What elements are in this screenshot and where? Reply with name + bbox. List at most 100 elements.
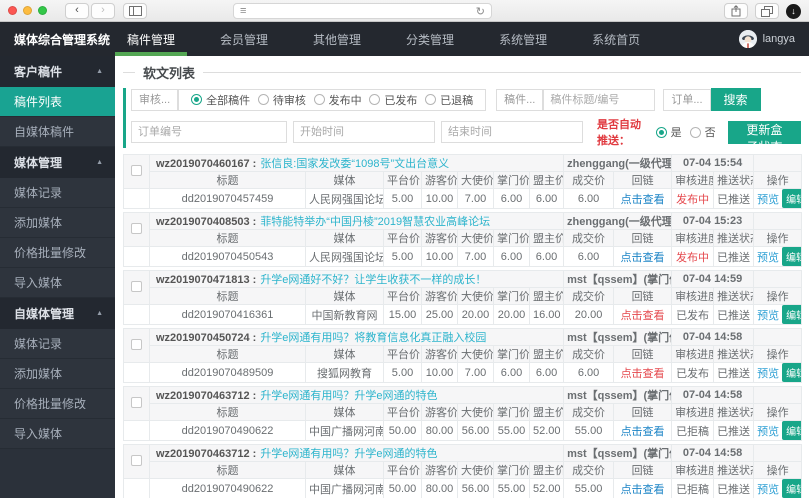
edit-button[interactable]: 编辑 (782, 363, 801, 382)
radio-all-manuscripts[interactable]: 全部稿件 (191, 92, 250, 108)
callback-link[interactable]: 点击查看 (621, 194, 665, 206)
agent-name: mst【qssem】(掌门价格) (563, 328, 673, 346)
preview-link[interactable]: 预览 (757, 194, 779, 206)
preview-link[interactable]: 预览 (757, 368, 779, 380)
edit-button[interactable]: 编辑 (782, 305, 801, 324)
media-name: 中国新教育网 (305, 304, 384, 325)
radio-published[interactable]: 已发布 (369, 92, 417, 108)
article-title-link[interactable]: 张信良:国家发改委“1098号”文出台意义 (260, 158, 449, 170)
col-audit-progress: 审核进度 (671, 403, 715, 421)
audit-filter-label: 审核... (131, 88, 179, 111)
share-icon (731, 5, 741, 17)
col-media: 媒体 (305, 461, 384, 479)
row-checkbox[interactable] (131, 454, 142, 466)
edit-button[interactable]: 编辑 (782, 189, 801, 208)
col-leader-price: 盟主价 (528, 287, 565, 305)
tabs-overview-button[interactable] (755, 3, 779, 19)
radio-auto-push-yes[interactable]: 是 (655, 124, 682, 140)
article-title-link[interactable]: 菲特能特举办“中国丹棱”2019智慧农业高峰论坛 (260, 216, 490, 228)
article-title-link[interactable]: 升学e网通有用吗？升学e网通的特色 (260, 390, 437, 402)
sidebar-item-selfmedia-records[interactable]: 媒体记录 (0, 329, 115, 359)
sidebar-item-selfmedia-bulk-price[interactable]: 价格批量修改 (0, 389, 115, 419)
radio-icon (425, 94, 437, 105)
sidebar-item-selfmedia-import[interactable]: 导入媒体 (0, 419, 115, 449)
col-platform-price: 平台价 (383, 229, 422, 247)
row-checkbox[interactable] (131, 396, 142, 408)
preview-link[interactable]: 预览 (757, 310, 779, 322)
radio-pending-review[interactable]: 待审核 (257, 92, 306, 108)
minimize-window-button[interactable] (23, 6, 32, 15)
downloads-button[interactable]: ↓ (786, 3, 801, 19)
sidebar-item-media-records[interactable]: 媒体记录 (0, 178, 115, 208)
sidebar-section-media-management[interactable]: 媒体管理 ▲ (0, 147, 115, 178)
sidebar-item-selfmedia-add[interactable]: 添加媒体 (0, 359, 115, 389)
start-time-input[interactable] (293, 121, 435, 143)
deal-price: 55.00 (563, 478, 615, 498)
edit-button[interactable]: 编辑 (782, 479, 801, 498)
ambassador-price: 56.00 (457, 420, 494, 441)
radio-auto-push-no[interactable]: 否 (689, 124, 716, 140)
preview-link[interactable]: 预览 (757, 426, 779, 438)
media-name: 人民网强国论坛 (305, 188, 384, 209)
radio-publishing[interactable]: 发布中 (313, 92, 362, 108)
edit-button[interactable]: 编辑 (782, 247, 801, 266)
col-audit-progress: 审核进度 (671, 345, 715, 363)
callback-link[interactable]: 点击查看 (621, 310, 665, 322)
sidebar-section-selfmedia-management[interactable]: 自媒体管理 ▲ (0, 298, 115, 329)
sidebar-section-client-manuscripts[interactable]: 客户稿件 ▲ (0, 56, 115, 87)
update-box-status-button[interactable]: 更新盒子状态 (727, 120, 801, 154)
audit-status: 已拒稿 (676, 483, 710, 496)
share-button[interactable] (724, 3, 748, 19)
edit-button[interactable]: 编辑 (782, 421, 801, 440)
forward-button[interactable]: › (91, 2, 115, 19)
search-button[interactable]: 搜索 (710, 88, 761, 111)
back-button[interactable]: ‹ (65, 2, 89, 19)
sidebar-item-bulk-price-edit[interactable]: 价格批量修改 (0, 238, 115, 268)
callback-link[interactable]: 点击查看 (621, 426, 665, 438)
submit-time: 07-04 14:58 (671, 444, 755, 462)
leader-price: 6.00 (528, 362, 565, 383)
preview-link[interactable]: 预览 (757, 484, 779, 496)
leader-price: 52.00 (528, 420, 565, 441)
fullscreen-window-button[interactable] (38, 6, 47, 15)
manuscript-title-input[interactable] (543, 88, 656, 111)
menu-item-members[interactable]: 会员管理 (208, 22, 280, 56)
article-group: wz2019070471813 : 升学e网通好不好？让学生收获不一样的成长！ m… (123, 270, 803, 325)
callback-link[interactable]: 点击查看 (621, 368, 665, 380)
user-menu[interactable]: langya (738, 22, 809, 56)
callback-link[interactable]: 点击查看 (621, 252, 665, 264)
close-window-button[interactable] (8, 6, 17, 15)
callback-link[interactable]: 点击查看 (621, 484, 665, 496)
order-number-input[interactable] (131, 121, 287, 143)
col-visitor-price: 游客价 (421, 345, 458, 363)
row-checkbox[interactable] (131, 222, 142, 234)
row-checkbox[interactable] (131, 280, 142, 292)
row-checkbox[interactable] (131, 338, 142, 350)
menu-item-home[interactable]: 系统首页 (580, 22, 652, 56)
leader-price: 6.00 (528, 246, 565, 267)
article-title-link[interactable]: 升学e网通有用吗？将教育信息化真正融入校园 (260, 332, 486, 344)
sidebar-item-import-media[interactable]: 导入媒体 (0, 268, 115, 298)
sidebar-toggle-button[interactable] (123, 2, 147, 19)
article-group: wz2019070450724 : 升学e网通有用吗？将教育信息化真正融入校园 m… (123, 328, 803, 383)
sidebar-item-manuscript-list[interactable]: 稿件列表 (0, 87, 115, 117)
col-actions: 操作 (753, 461, 803, 479)
col-leader-price: 盟主价 (528, 345, 565, 363)
row-checkbox[interactable] (131, 164, 142, 176)
preview-link[interactable]: 预览 (757, 252, 779, 264)
sidebar-item-add-media[interactable]: 添加媒体 (0, 208, 115, 238)
address-bar[interactable]: ≡ ↻ (233, 3, 492, 19)
refresh-icon[interactable]: ↻ (476, 5, 485, 18)
radio-rejected[interactable]: 已退稿 (425, 92, 473, 108)
agent-name: zhenggang(一级代理商) (563, 212, 673, 230)
col-master-price: 掌门价 (493, 171, 530, 189)
menu-item-manuscript[interactable]: 稿件管理 (115, 22, 188, 56)
article-title-link[interactable]: 升学e网通有用吗？升学e网通的特色 (260, 448, 437, 460)
end-time-input[interactable] (441, 121, 583, 143)
sidebar-item-selfmedia-manuscripts[interactable]: 自媒体稿件 (0, 117, 115, 147)
article-title-link[interactable]: 升学e网通好不好？让学生收获不一样的成长！ (260, 274, 486, 286)
menu-item-system[interactable]: 系统管理 (487, 22, 559, 56)
col-visitor-price: 游客价 (421, 461, 458, 479)
menu-item-other[interactable]: 其他管理 (301, 22, 373, 56)
menu-item-category[interactable]: 分类管理 (394, 22, 466, 56)
